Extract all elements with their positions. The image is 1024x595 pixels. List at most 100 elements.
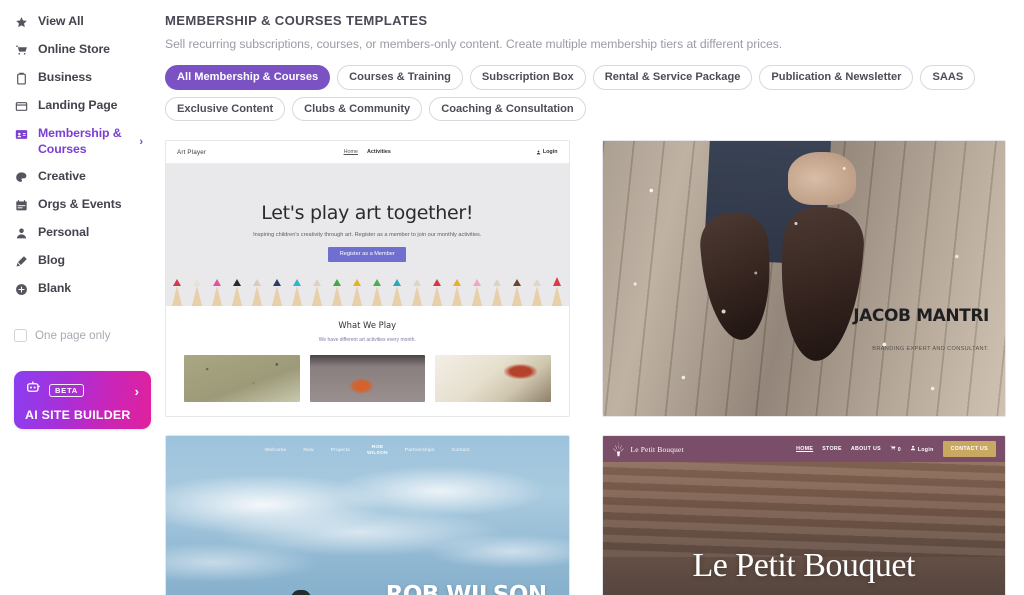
nav-link-welcome[interactable]: Welcome (265, 448, 287, 453)
rob-wilson-logo: ROB WILSON (367, 445, 388, 455)
thumbnail-image[interactable] (184, 355, 300, 403)
star-icon (14, 15, 29, 30)
art-player-headline: Let's play art together! (261, 202, 474, 225)
nav-link-now[interactable]: Now (303, 448, 313, 453)
sidebar-item-label: Creative (38, 169, 86, 184)
template-card-jacob-mantri[interactable]: JACOB MANTRI BRANDING EXPERT AND CONSULT… (601, 140, 1006, 418)
filter-pill-clubs-community[interactable]: Clubs & Community (292, 96, 423, 122)
nav-link-contact[interactable]: Contact (452, 448, 470, 453)
robot-icon (25, 380, 42, 400)
clipboard-icon (14, 71, 29, 86)
art-player-subhead: Inspiring children's creativity through … (253, 232, 482, 239)
rob-wilson-headline: ROB WILSON (386, 582, 547, 595)
le-petit-bouquet-headline: Le Petit Bouquet (692, 547, 916, 585)
art-player-section: What We Play We have different art activ… (166, 306, 569, 417)
one-page-only-filter[interactable]: One page only (0, 323, 165, 348)
sidebar-item-label: Orgs & Events (38, 197, 122, 212)
le-petit-bouquet-nav-links: HOME STORE ABOUT US 0 Login CONTACT US (796, 441, 996, 458)
nav-link-projects[interactable]: Projects (331, 448, 350, 453)
template-card-rob-wilson[interactable]: Welcome Now Projects ROB WILSON Partners… (165, 435, 570, 595)
thumbnail-image[interactable] (309, 355, 425, 403)
person-silhouette (275, 590, 327, 595)
contact-us-button[interactable]: CONTACT US (942, 441, 996, 458)
ai-site-builder-card[interactable]: BETA › AI SITE BUILDER (14, 371, 151, 430)
logo-line-2: WILSON (366, 450, 388, 456)
jacob-mantri-hero: JACOB MANTRI BRANDING EXPERT AND CONSULT… (602, 141, 1005, 417)
sidebar-item-label: Landing Page (38, 98, 118, 112)
art-player-logo: Art Player (177, 148, 207, 156)
cart-link[interactable]: 0 (890, 445, 901, 453)
art-player-login[interactable]: Login (536, 149, 558, 155)
login-label: Login (542, 149, 558, 156)
page-subtitle: Sell recurring subscriptions, courses, o… (165, 37, 783, 51)
login-label: Login (917, 447, 934, 454)
ai-builder-top-row: BETA (25, 380, 140, 400)
jacob-mantri-subtitle: BRANDING EXPERT AND CONSULTANT. (872, 346, 989, 353)
plus-circle-icon (14, 282, 29, 297)
le-petit-bouquet-navbar: Le Petit Bouquet HOME STORE ABOUT US 0 L… (602, 436, 1005, 463)
art-player-section-title: What We Play (338, 320, 397, 331)
sidebar-item-label: Blank (38, 281, 71, 296)
le-petit-bouquet-brand: Le Petit Bouquet (612, 442, 684, 457)
nav-link-activities[interactable]: Activities (367, 149, 391, 155)
art-player-thumbnails (166, 343, 569, 403)
thumbnail-image[interactable] (435, 355, 551, 403)
filter-pill-row: All Membership & Courses Courses & Train… (165, 65, 985, 122)
le-petit-bouquet-logo: Le Petit Bouquet (630, 444, 684, 454)
page-title: MEMBERSHIP & COURSES TEMPLATES (165, 13, 428, 28)
chevron-right-icon[interactable]: › (135, 385, 139, 398)
sidebar-item-online-store[interactable]: Online Store (0, 36, 165, 64)
person-icon (536, 150, 541, 155)
nav-link-home[interactable]: HOME (796, 446, 813, 452)
login-link[interactable]: Login (910, 445, 934, 453)
sidebar-item-landing-page[interactable]: Landing Page (0, 92, 165, 120)
snow-specks-texture (602, 141, 1005, 417)
template-card-art-player[interactable]: Art Player Home Activities Login Let's p… (165, 140, 570, 418)
art-player-nav-links: Home Activities (344, 149, 391, 155)
template-card-le-petit-bouquet[interactable]: Le Petit Bouquet HOME STORE ABOUT US 0 L… (601, 435, 1006, 595)
one-page-only-checkbox[interactable] (14, 329, 27, 343)
window-icon (14, 99, 29, 114)
sidebar-item-label: View All (38, 14, 84, 28)
nav-link-about-us[interactable]: ABOUT US (851, 446, 881, 452)
filter-pill-subscription-box[interactable]: Subscription Box (469, 65, 586, 90)
nav-link-store[interactable]: STORE (822, 446, 842, 452)
sidebar-item-business[interactable]: Business (0, 64, 165, 92)
calendar-icon (14, 198, 29, 213)
template-grid: Art Player Home Activities Login Let's p… (165, 140, 1014, 595)
filter-pill-saas[interactable]: SAAS (920, 65, 976, 90)
filter-pill-rental-service-package[interactable]: Rental & Service Package (592, 65, 753, 90)
sidebar-item-label: Personal (38, 225, 90, 240)
filter-pill-coaching-consultation[interactable]: Coaching & Consultation (429, 96, 586, 122)
palette-icon (14, 170, 29, 185)
jacob-mantri-name: JACOB MANTRI (853, 306, 989, 327)
app-root: View All Online Store Business Landing P… (0, 0, 1024, 595)
chevron-right-icon[interactable]: › (139, 136, 143, 148)
main-content: MEMBERSHIP & COURSES TEMPLATES Sell recu… (165, 0, 1024, 595)
sidebar-item-creative[interactable]: Creative (0, 163, 165, 191)
sidebar-item-blog[interactable]: Blog (0, 247, 165, 275)
filter-pill-courses-training[interactable]: Courses & Training (337, 65, 463, 90)
filter-pill-publication-newsletter[interactable]: Publication & Newsletter (759, 65, 914, 90)
filter-pill-all-membership-courses[interactable]: All Membership & Courses (165, 65, 331, 90)
cart-icon (890, 446, 896, 451)
cart-icon (14, 43, 29, 58)
filter-pill-exclusive-content[interactable]: Exclusive Content (165, 96, 286, 122)
person-head (288, 590, 313, 595)
beta-badge: BETA (49, 383, 84, 398)
category-nav: View All Online Store Business Landing P… (0, 8, 165, 303)
sidebar-item-view-all[interactable]: View All (0, 8, 165, 36)
person-icon (14, 226, 29, 241)
sidebar-item-personal[interactable]: Personal (0, 219, 165, 247)
sidebar-item-label: Blog (38, 253, 65, 268)
sidebar-item-orgs-events[interactable]: Orgs & Events (0, 191, 165, 219)
sidebar: View All Online Store Business Landing P… (0, 0, 165, 595)
le-petit-bouquet-hero: Le Petit Bouquet HOME STORE ABOUT US 0 L… (602, 436, 1005, 595)
nav-link-partnerships[interactable]: Partnerships (405, 448, 435, 453)
sidebar-item-membership-courses[interactable]: Membership & Courses › (0, 120, 165, 163)
id-card-icon (14, 127, 29, 142)
sidebar-item-label: Membership & Courses (38, 126, 122, 156)
nav-link-home[interactable]: Home (344, 149, 358, 155)
sidebar-item-blank[interactable]: Blank (0, 275, 165, 303)
sidebar-item-label: Online Store (38, 42, 110, 56)
